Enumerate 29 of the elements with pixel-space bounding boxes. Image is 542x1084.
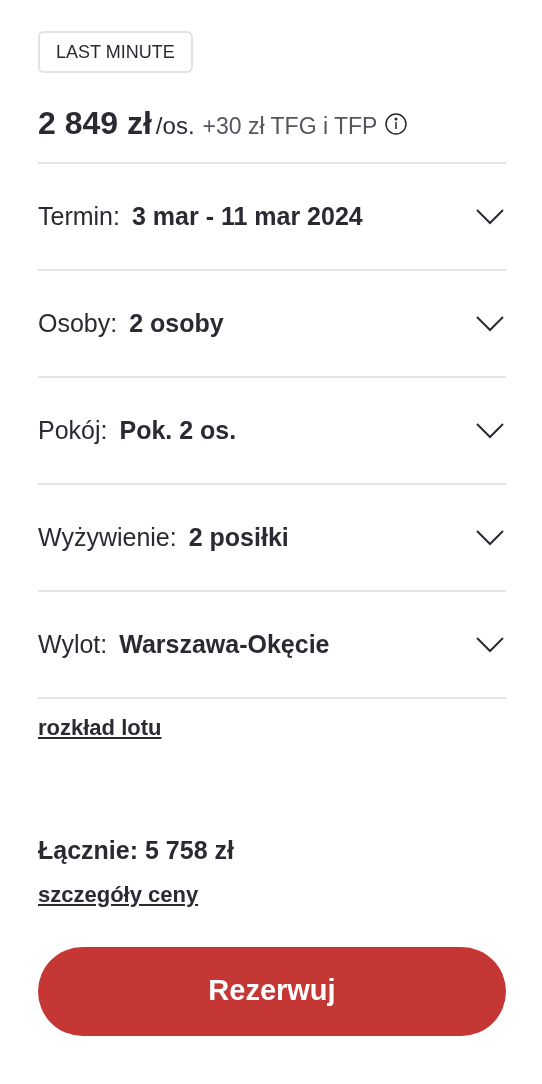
option-label: Termin: bbox=[38, 200, 120, 232]
chevron-icon bbox=[476, 529, 504, 546]
option-dropdown[interactable]: Osoby: 2 osoby bbox=[38, 271, 506, 378]
last-minute-badge: LAST MINUTE bbox=[38, 31, 193, 73]
option-value: 3 mar - 11 mar 2024 bbox=[131, 200, 363, 232]
price-extra-fees: +30 zł TFG i TFP bbox=[202, 112, 378, 141]
option-label: Pokój: bbox=[38, 414, 108, 446]
option-label: Wyżywienie: bbox=[38, 521, 177, 553]
option-label: Osoby: bbox=[38, 307, 118, 339]
total-price: Łącznie: 5 758 zł bbox=[38, 835, 234, 866]
option-value: Warszawa-Okęcie bbox=[119, 628, 330, 660]
option-value: 2 osoby bbox=[129, 307, 224, 339]
option-dropdown[interactable]: Wylot: Warszawa-Okęcie bbox=[38, 592, 506, 699]
option-dropdown[interactable]: Termin: 3 mar - 11 mar 2024 bbox=[38, 164, 506, 271]
option-label: Wylot: bbox=[38, 628, 108, 660]
option-dropdown[interactable]: Pokój: Pok. 2 os. bbox=[38, 378, 506, 485]
chevron-icon bbox=[476, 208, 504, 225]
price-details-link[interactable]: szczegóły ceny bbox=[38, 877, 199, 911]
chevron-icon bbox=[476, 422, 504, 439]
option-dropdown[interactable]: Wyżywienie: 2 posiłki bbox=[38, 485, 506, 592]
option-value: 2 posiłki bbox=[188, 521, 289, 553]
price-amount: 2 849 zł bbox=[38, 104, 152, 143]
price-unit: /os. bbox=[155, 111, 195, 141]
chevron-icon bbox=[476, 315, 504, 332]
flight-schedule-link[interactable]: rozkład lotu bbox=[38, 711, 162, 744]
option-value: Pok. 2 os. bbox=[119, 414, 237, 446]
info-icon[interactable] bbox=[385, 113, 408, 135]
chevron-icon bbox=[476, 636, 504, 653]
reserve-button[interactable]: Rezerwuj bbox=[38, 946, 506, 1036]
